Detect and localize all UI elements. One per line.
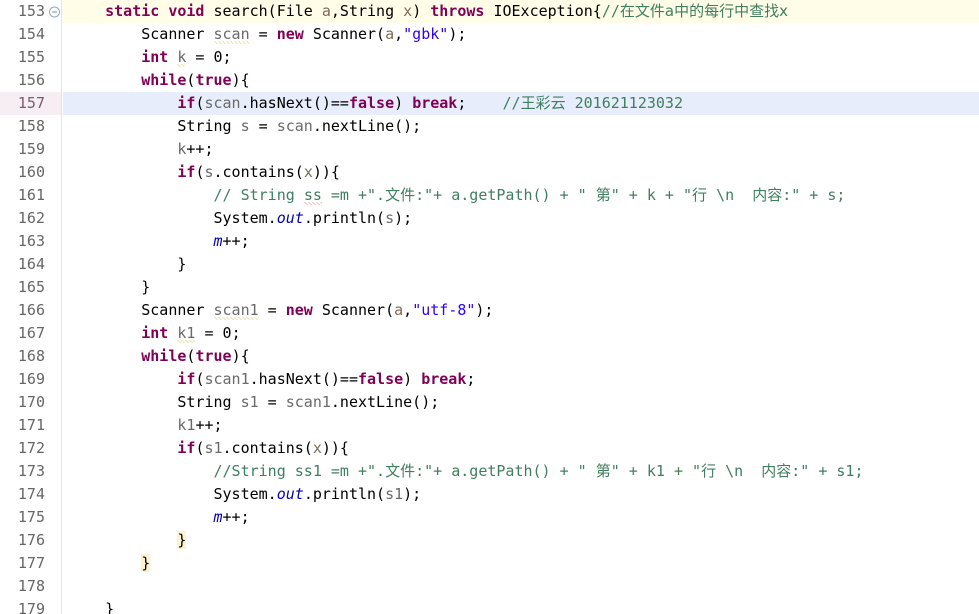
line-number: 153 — [17, 2, 45, 20]
code-line-154[interactable]: Scanner scan = new Scanner(a,"gbk"); — [63, 23, 979, 46]
gutter-line-158[interactable]: 158 — [0, 115, 61, 138]
code-line-168[interactable]: while(true){ — [63, 345, 979, 368]
gutter-line-155[interactable]: 155 — [0, 46, 61, 69]
collapse-fold-icon[interactable] — [49, 6, 60, 17]
line-number: 157 — [17, 94, 45, 112]
code-line-153[interactable]: static void search(File a,String x) thro… — [63, 0, 979, 23]
line-number: 178 — [17, 577, 45, 595]
line-number: 177 — [17, 554, 45, 572]
code-line-164[interactable]: } — [63, 253, 979, 276]
gutter-line-157[interactable]: 157 — [0, 92, 61, 115]
line-number: 172 — [17, 439, 45, 457]
code-line-163[interactable]: m++; — [63, 230, 979, 253]
line-number: 179 — [17, 600, 45, 614]
line-number: 163 — [17, 232, 45, 250]
code-line-165[interactable]: } — [63, 276, 979, 299]
code-line-161[interactable]: // String ss =m +".文件:"+ a.getPath() + "… — [63, 184, 979, 207]
line-number: 164 — [17, 255, 45, 273]
line-number-gutter[interactable]: 153 154 155 156 157 158 159 160 161 162 … — [0, 0, 62, 614]
code-line-166[interactable]: Scanner scan1 = new Scanner(a,"utf-8"); — [63, 299, 979, 322]
gutter-line-160[interactable]: 160 — [0, 161, 61, 184]
gutter-line-168[interactable]: 168 — [0, 345, 61, 368]
gutter-line-175[interactable]: 175 — [0, 506, 61, 529]
code-line-159[interactable]: k++; — [63, 138, 979, 161]
line-number: 171 — [17, 416, 45, 434]
line-number: 168 — [17, 347, 45, 365]
code-text-area[interactable]: static void search(File a,String x) thro… — [63, 0, 979, 614]
gutter-line-172[interactable]: 172 — [0, 437, 61, 460]
code-line-170[interactable]: String s1 = scan1.nextLine(); — [63, 391, 979, 414]
gutter-line-163[interactable]: 163 — [0, 230, 61, 253]
gutter-line-162[interactable]: 162 — [0, 207, 61, 230]
code-line-169[interactable]: if(scan1.hasNext()==false) break; — [63, 368, 979, 391]
line-number: 167 — [17, 324, 45, 342]
gutter-line-179[interactable]: 179 — [0, 598, 61, 614]
line-number: 162 — [17, 209, 45, 227]
gutter-line-153[interactable]: 153 — [0, 0, 61, 23]
line-number: 160 — [17, 163, 45, 181]
line-number: 156 — [17, 71, 45, 89]
gutter-line-156[interactable]: 156 — [0, 69, 61, 92]
code-editor[interactable]: 153 154 155 156 157 158 159 160 161 162 … — [0, 0, 979, 614]
line-number: 175 — [17, 508, 45, 526]
code-line-167[interactable]: int k1 = 0; — [63, 322, 979, 345]
line-number: 158 — [17, 117, 45, 135]
gutter-line-173[interactable]: 173 — [0, 460, 61, 483]
code-line-156[interactable]: while(true){ — [63, 69, 979, 92]
gutter-line-174[interactable]: 174 — [0, 483, 61, 506]
line-number: 159 — [17, 140, 45, 158]
code-line-171[interactable]: k1++; — [63, 414, 979, 437]
gutter-line-170[interactable]: 170 — [0, 391, 61, 414]
code-line-173[interactable]: //String ss1 =m +".文件:"+ a.getPath() + "… — [63, 460, 979, 483]
gutter-line-165[interactable]: 165 — [0, 276, 61, 299]
gutter-line-154[interactable]: 154 — [0, 23, 61, 46]
gutter-line-171[interactable]: 171 — [0, 414, 61, 437]
line-number: 176 — [17, 531, 45, 549]
code-line-174[interactable]: System.out.println(s1); — [63, 483, 979, 506]
code-line-177[interactable]: } — [63, 552, 979, 575]
line-number: 154 — [17, 25, 45, 43]
line-number: 174 — [17, 485, 45, 503]
line-number: 173 — [17, 462, 45, 480]
gutter-line-178[interactable]: 178 — [0, 575, 61, 598]
line-number: 166 — [17, 301, 45, 319]
line-number: 155 — [17, 48, 45, 66]
code-line-162[interactable]: System.out.println(s); — [63, 207, 979, 230]
line-number: 161 — [17, 186, 45, 204]
gutter-line-166[interactable]: 166 — [0, 299, 61, 322]
code-line-158[interactable]: String s = scan.nextLine(); — [63, 115, 979, 138]
gutter-line-176[interactable]: 176 — [0, 529, 61, 552]
code-line-178[interactable] — [63, 575, 979, 598]
gutter-line-161[interactable]: 161 — [0, 184, 61, 207]
code-line-175[interactable]: m++; — [63, 506, 979, 529]
line-number: 165 — [17, 278, 45, 296]
gutter-line-169[interactable]: 169 — [0, 368, 61, 391]
code-line-172[interactable]: if(s1.contains(x)){ — [63, 437, 979, 460]
code-line-155[interactable]: int k = 0; — [63, 46, 979, 69]
code-line-176[interactable]: } — [63, 529, 979, 552]
line-number: 169 — [17, 370, 45, 388]
gutter-line-164[interactable]: 164 — [0, 253, 61, 276]
code-line-179[interactable]: } — [63, 598, 979, 614]
gutter-line-177[interactable]: 177 — [0, 552, 61, 575]
code-line-157[interactable]: if(scan.hasNext()==false) break; //王彩云 2… — [63, 92, 979, 115]
gutter-line-167[interactable]: 167 — [0, 322, 61, 345]
code-line-160[interactable]: if(s.contains(x)){ — [63, 161, 979, 184]
gutter-line-159[interactable]: 159 — [0, 138, 61, 161]
line-number: 170 — [17, 393, 45, 411]
